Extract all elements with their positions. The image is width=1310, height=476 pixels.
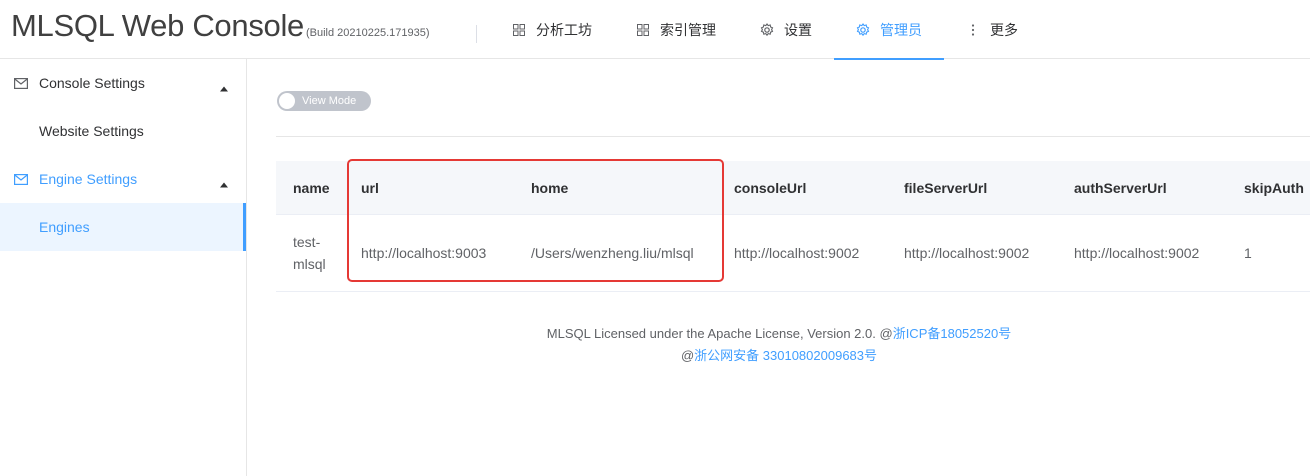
table-row[interactable]: test-mlsql http://localhost:9003 /Users/…	[276, 215, 1310, 292]
icp-link[interactable]: 浙ICP备18052520号	[893, 326, 1012, 341]
sidebar-group-label: Console Settings	[39, 75, 145, 91]
sidebar-item-label: Engines	[39, 219, 90, 235]
table-cell: /Users/wenzheng.liu/mlsql	[531, 245, 694, 261]
column-header[interactable]: consoleUrl	[717, 180, 887, 196]
chevron-up-icon	[220, 79, 228, 92]
grid-icon	[512, 23, 526, 37]
nav-label: 索引管理	[660, 21, 716, 38]
top-header: MLSQL Web Console (Build 20210225.171935…	[0, 0, 1310, 60]
footer: MLSQL Licensed under the Apache License,…	[248, 323, 1310, 367]
column-header[interactable]: authServerUrl	[1057, 180, 1227, 196]
table-cell: test-mlsql	[276, 231, 344, 275]
engines-table: name url home consoleUrl fileServerUrl a…	[276, 161, 1310, 292]
grid-icon	[636, 23, 650, 37]
divider	[276, 136, 1310, 137]
footer-line-1: MLSQL Licensed under the Apache License,…	[248, 323, 1310, 345]
toggle-knob	[279, 93, 295, 109]
column-header[interactable]: fileServerUrl	[887, 180, 1057, 196]
sidebar-group-console-settings[interactable]: Console Settings	[0, 59, 246, 107]
chevron-up-icon	[220, 175, 228, 188]
sidebar-item-engines[interactable]: Engines	[0, 203, 246, 251]
mail-icon	[14, 77, 28, 89]
build-version: (Build 20210225.171935)	[306, 27, 430, 39]
view-mode-toggle[interactable]: View Mode	[277, 91, 371, 111]
column-header[interactable]: skipAuth	[1227, 180, 1310, 196]
police-prefix: @	[680, 348, 695, 363]
table-cell: 1	[1244, 245, 1252, 261]
engine-name: test-mlsql	[293, 234, 326, 272]
table-cell: http://localhost:9002	[904, 245, 1030, 261]
license-text: MLSQL Licensed under the Apache License,…	[546, 326, 893, 341]
nav-item-index-management[interactable]: 索引管理	[614, 0, 738, 59]
table-header: name url home consoleUrl fileServerUrl a…	[276, 161, 1310, 215]
nav-item-more[interactable]: 更多	[944, 0, 1040, 59]
more-vertical-icon	[966, 23, 980, 37]
table-cell: http://localhost:9002	[734, 245, 860, 261]
nav-label: 管理员	[880, 21, 922, 38]
footer-line-2: @浙公网安备 33010802009683号	[248, 345, 1310, 367]
gear-icon	[856, 22, 870, 37]
nav-divider	[476, 25, 477, 43]
top-nav: 分析工坊 索引管理 设置 管理员 更多	[490, 0, 1040, 60]
main-content: View Mode name url home consoleUrl fileS…	[248, 59, 1310, 476]
column-header[interactable]: name	[276, 180, 344, 196]
nav-item-analysis[interactable]: 分析工坊	[490, 0, 614, 59]
mail-icon	[14, 173, 28, 185]
nav-item-admin[interactable]: 管理员	[834, 0, 944, 60]
sidebar-item-website-settings[interactable]: Website Settings	[0, 107, 246, 155]
nav-label: 更多	[990, 21, 1018, 38]
nav-item-settings[interactable]: 设置	[738, 0, 834, 59]
brand: MLSQL Web Console (Build 20210225.171935…	[11, 8, 430, 48]
table-cell: http://localhost:9002	[1074, 245, 1200, 261]
sidebar-group-engine-settings[interactable]: Engine Settings	[0, 155, 246, 203]
nav-label: 设置	[784, 21, 812, 38]
column-header[interactable]: url	[344, 180, 514, 196]
nav-label: 分析工坊	[536, 21, 592, 38]
app-title: MLSQL Web Console	[11, 8, 304, 43]
gear-icon	[760, 22, 774, 37]
sidebar: Console Settings Website Settings Engine…	[0, 59, 247, 476]
table-cell: http://localhost:9003	[361, 245, 487, 261]
police-record-link[interactable]: 浙公网安备 33010802009683号	[694, 348, 877, 363]
sidebar-item-label: Website Settings	[39, 123, 144, 139]
toggle-label: View Mode	[302, 95, 357, 107]
sidebar-group-label: Engine Settings	[39, 171, 138, 187]
column-header[interactable]: home	[514, 180, 717, 196]
